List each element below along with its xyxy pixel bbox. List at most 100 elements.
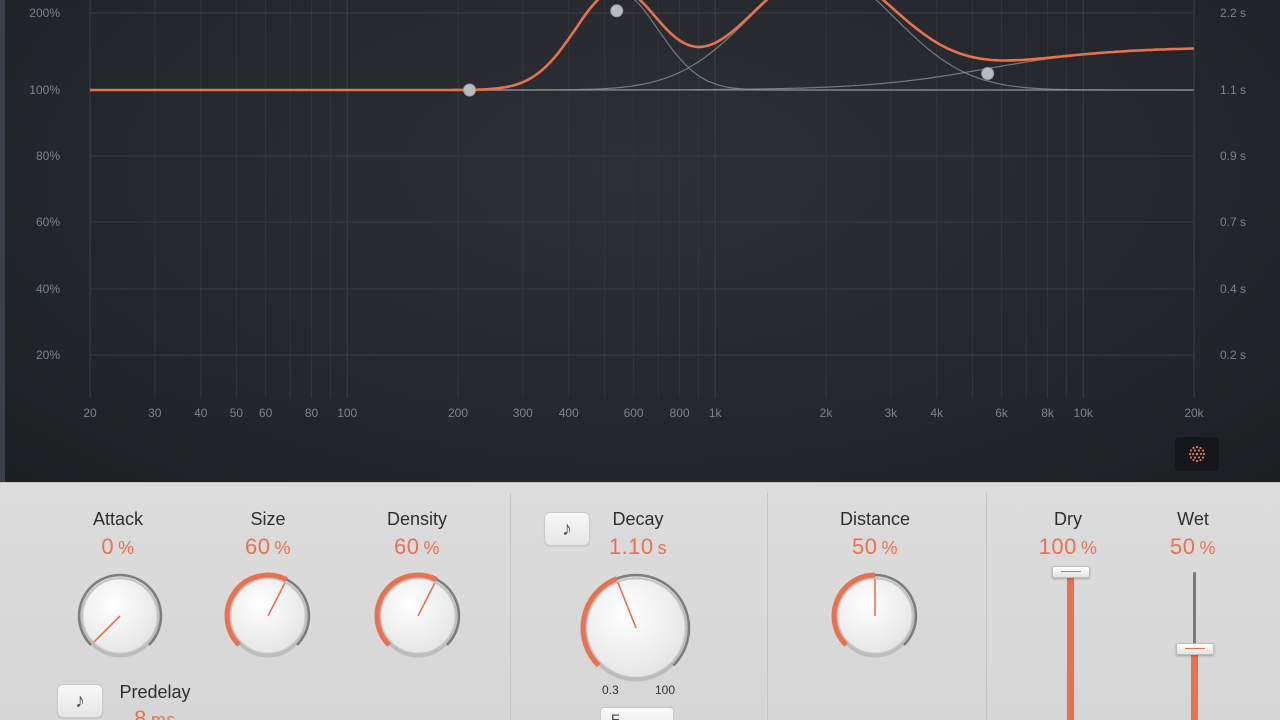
decay-label: Decay (612, 509, 664, 529)
density-value[interactable]: 60% (347, 534, 487, 560)
attack-value[interactable]: 0% (48, 534, 188, 560)
frequency-axis-label: 30 (148, 406, 162, 420)
dry-fader-fill (1067, 572, 1074, 720)
predelay-value-unit: ms (150, 710, 176, 720)
curve-display-toggle[interactable] (1175, 437, 1219, 471)
level-axis-label: 200% (29, 6, 60, 20)
band-curve-high-mid (90, 0, 1194, 91)
decay-value-number: 1.10 (608, 534, 654, 559)
density-label: Density (386, 509, 448, 529)
radial-dot (1197, 449, 1201, 452)
radial-dot (1199, 446, 1202, 450)
dry-value-unit: % (1080, 538, 1098, 558)
dry-label: Dry (1054, 509, 1082, 529)
radial-dot (1189, 456, 1193, 459)
radial-dot (1199, 458, 1202, 462)
time-axis-label: 0.9 s (1220, 149, 1246, 163)
frequency-axis-label: 300 (513, 406, 533, 420)
size-value-unit: % (274, 538, 291, 558)
level-axis-label: 40% (36, 282, 60, 296)
eq-node-low-shelf[interactable] (463, 83, 477, 97)
distance-knob[interactable] (829, 570, 921, 662)
radial-dot (1195, 452, 1199, 456)
radial-dot (1193, 456, 1197, 459)
radial-dot (1197, 456, 1201, 459)
radial-dot (1192, 458, 1195, 462)
dry-value-number: 100 (1038, 534, 1077, 559)
predelay-value[interactable]: 8 ms (85, 706, 225, 720)
radial-dot (1201, 456, 1205, 459)
time-axis-label: 0.4 s (1220, 282, 1246, 296)
dry-fader-handle[interactable] (1052, 566, 1090, 578)
eq-graph[interactable]: 200% 100% 80% 60% 40% 20% 2.2 s 1.1 s 0.9 s 0.7 s… (5, 0, 1280, 482)
frequency-axis-label: 3k (884, 406, 898, 420)
radial-dot (1191, 452, 1195, 456)
frequency-axis-label: 6k (995, 406, 1009, 420)
distance-value[interactable]: 50% (805, 534, 945, 560)
frequency-axis-label: 1k (709, 406, 723, 420)
eq-node-high-shelf[interactable] (981, 67, 995, 80)
attack-value-number: 0 (101, 534, 115, 559)
density-knob[interactable] (372, 570, 464, 662)
frequency-axis-label: 800 (670, 406, 690, 420)
frequency-axis-label: 20 (83, 406, 97, 420)
time-axis-label: 0.7 s (1220, 215, 1246, 229)
wet-fader-handle[interactable] (1176, 642, 1214, 655)
radial-dot (1201, 449, 1205, 452)
predelay-value-number: 8 (134, 706, 147, 720)
wet-value-number: 50 (1170, 534, 1196, 559)
radial-dot (1202, 452, 1206, 456)
radial-dot (1195, 459, 1199, 463)
attack-knob[interactable] (74, 570, 166, 662)
section-divider (510, 493, 511, 720)
time-axis-label: 1.1 s (1220, 83, 1246, 97)
frequency-axis-label: 80 (305, 406, 319, 420)
distance-label: Distance (839, 509, 911, 529)
size-label: Size (250, 509, 286, 529)
frequency-axis-label: 200 (448, 406, 468, 420)
section-divider (986, 493, 987, 720)
density-value-number: 60 (394, 534, 420, 559)
radial-dot (1188, 452, 1192, 456)
radial-dot (1195, 445, 1199, 449)
radial-dot (1192, 446, 1195, 450)
frequency-axis-label: 20k (1184, 406, 1204, 420)
frequency-axis-label: 4k (930, 406, 944, 420)
size-value-number: 60 (245, 534, 271, 559)
level-axis-label: 80% (36, 149, 60, 163)
distance-value-unit: % (881, 538, 898, 558)
frequency-axis-label: 600 (624, 406, 644, 420)
band-curve-high-shelf (90, 47, 1195, 91)
size-value[interactable]: 60% (198, 534, 338, 560)
radial-dot (1199, 452, 1203, 456)
frequency-axis-label: 40 (194, 406, 208, 420)
attack-value-unit: % (118, 538, 135, 558)
decay-mode-select[interactable]: F (600, 707, 674, 720)
wet-label: Wet (1177, 509, 1209, 529)
frequency-axis-label: 8k (1041, 406, 1055, 420)
decay-knob[interactable] (578, 570, 694, 686)
decay-value-unit: s (657, 538, 668, 558)
decay-value[interactable]: 1.10 s (568, 534, 708, 560)
size-knob[interactable] (222, 570, 314, 662)
decay-min-label: 0.3 (602, 683, 619, 697)
dry-value[interactable]: 100% (998, 534, 1138, 560)
frequency-axis-label: 400 (559, 406, 579, 420)
level-axis-label: 100% (29, 83, 60, 97)
density-value-unit: % (423, 538, 440, 558)
wet-value-unit: % (1199, 538, 1216, 558)
distance-value-number: 50 (852, 534, 878, 559)
eq-node-low-mid[interactable] (610, 4, 624, 18)
radial-dots-icon (1188, 445, 1206, 463)
wet-value[interactable]: 50% (1123, 534, 1263, 560)
attack-label: Attack (92, 509, 144, 529)
radial-dot (1189, 449, 1193, 452)
decay-max-label: 100 (655, 683, 676, 697)
level-axis-label: 60% (36, 215, 60, 229)
frequency-axis-label: 100 (337, 406, 357, 420)
time-axis-label: 2.2 s (1220, 6, 1246, 20)
eq-graph-canvas[interactable]: 200% 100% 80% 60% 40% 20% 2.2 s 1.1 s 0.9 s 0.7 s… (5, 0, 1280, 482)
time-axis-label: 0.2 s (1220, 348, 1246, 362)
level-axis-label: 20% (36, 348, 60, 362)
frequency-axis-label: 10k (1074, 406, 1094, 420)
